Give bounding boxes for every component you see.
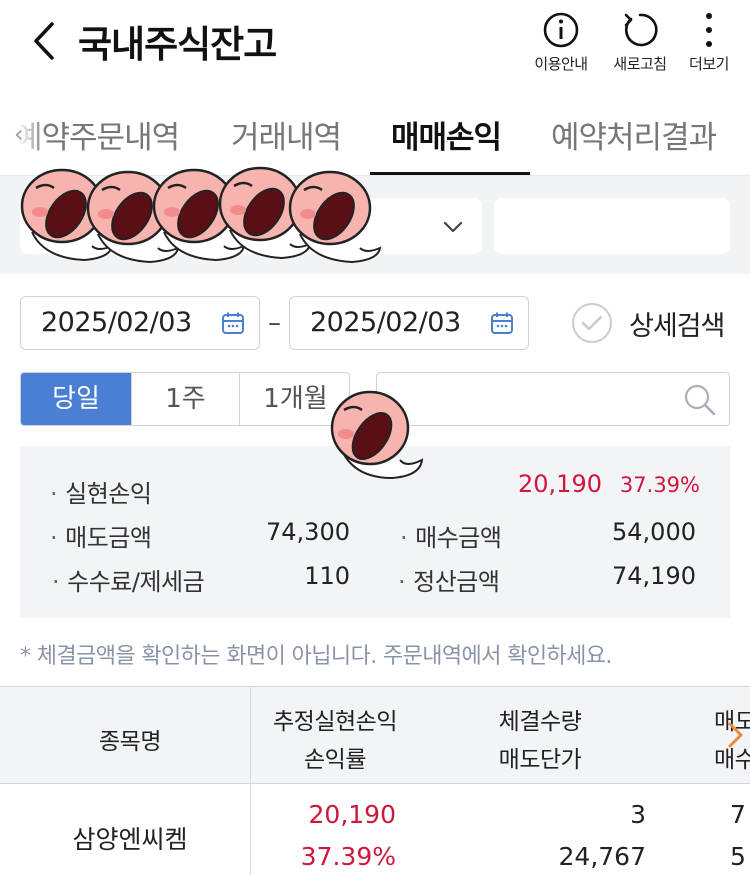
row-next-bottom: 5 [730, 842, 746, 871]
end-date-field[interactable]: 2025/02/03 [289, 296, 529, 350]
more-vertical-icon [706, 13, 712, 47]
page-title: 국내주식잔고 [78, 23, 277, 66]
refresh-icon [624, 13, 658, 47]
row-pl-rate: 37.39% [300, 842, 396, 871]
row-sell-price: 24,767 [558, 842, 646, 871]
info-icon [543, 12, 579, 48]
period-today-button[interactable]: 당일 [21, 373, 131, 425]
detail-search-label[interactable]: 상세검색 [629, 304, 725, 343]
detail-search-checkbox[interactable] [571, 302, 613, 344]
realized-pl-label: 실현손익 [65, 480, 152, 508]
chevron-down-icon [443, 221, 463, 233]
buy-amount-label: 매수금액 [415, 524, 502, 552]
refresh-button[interactable]: 새로고침 [603, 10, 677, 76]
period-selector: 당일 1주 1개월 [20, 372, 350, 426]
stock-search-input[interactable] [376, 372, 730, 426]
scroll-right-icon[interactable] [726, 720, 746, 750]
notice-text: * 체결금액을 확인하는 화면이 아닙니다. 주문내역에서 확인하세요. [20, 644, 612, 669]
row-stock-name: 삼양엔씨켐 [72, 825, 188, 854]
settlement-row: · 정산금액 [398, 568, 500, 596]
app-header: 국내주식잔고 이용안내 새로고침 더보기 [0, 0, 750, 84]
refresh-label: 새로고침 [613, 55, 667, 73]
fee-tax-label: 수수료/제세금 [67, 568, 205, 596]
start-date-field[interactable]: 2025/02/03 [20, 296, 260, 350]
period-1week-button[interactable]: 1주 [132, 373, 239, 425]
chevron-left-icon [34, 22, 54, 60]
fee-tax-row: · 수수료/제세금 [52, 568, 205, 596]
row-pl-value: 20,190 [308, 800, 396, 829]
col-header-pl: 추정실현손익 [273, 709, 397, 735]
tab-trading-pl[interactable]: 매매손익 [391, 112, 502, 157]
fee-tax-value: 110 [304, 562, 350, 590]
end-date-value: 2025/02/03 [310, 307, 461, 338]
buy-amount-row: · 매수금액 [400, 524, 502, 552]
realized-pl-value: 20,190 [518, 470, 602, 498]
row-qty: 3 [630, 800, 646, 829]
back-button[interactable] [28, 18, 62, 64]
calendar-icon [222, 312, 244, 334]
sell-amount-label: 매도금액 [65, 524, 152, 552]
settlement-value: 74,190 [612, 562, 696, 590]
calendar-icon [491, 312, 513, 334]
row-next-top: 7 [730, 800, 746, 829]
date-range-separator: – [268, 308, 281, 338]
tab-transactions[interactable]: 거래내역 [231, 112, 342, 157]
account-password-field[interactable] [494, 198, 730, 254]
sell-amount-value: 74,300 [266, 518, 350, 546]
info-button[interactable]: 이용안내 [524, 10, 598, 76]
more-label: 더보기 [689, 55, 729, 73]
tab-reservation-results[interactable]: 예약처리결과 [551, 112, 717, 157]
start-date-value: 2025/02/03 [41, 307, 192, 338]
col-header-sell-price: 매도단가 [498, 747, 582, 773]
col-header-rate: 손익률 [304, 747, 366, 773]
buy-amount-value: 54,000 [612, 518, 696, 546]
more-button[interactable]: 더보기 [672, 10, 746, 76]
col-header-name: 종목명 [99, 729, 161, 755]
col-header-qty: 체결수량 [498, 709, 582, 735]
sell-amount-row: · 매도금액 [50, 524, 152, 552]
sticker-overlay [20, 166, 382, 264]
table-row-divider [0, 783, 750, 784]
info-label: 이용안내 [534, 55, 588, 73]
sticker-overlay [330, 390, 424, 480]
column-divider [250, 686, 251, 875]
realized-pl-row: · 실현손익 [50, 480, 152, 508]
settlement-label: 정산금액 [413, 568, 500, 596]
search-icon [684, 384, 716, 416]
tab-scroll-left-icon[interactable]: ‹ [14, 120, 24, 148]
realized-pl-rate: 37.39% [619, 473, 700, 497]
